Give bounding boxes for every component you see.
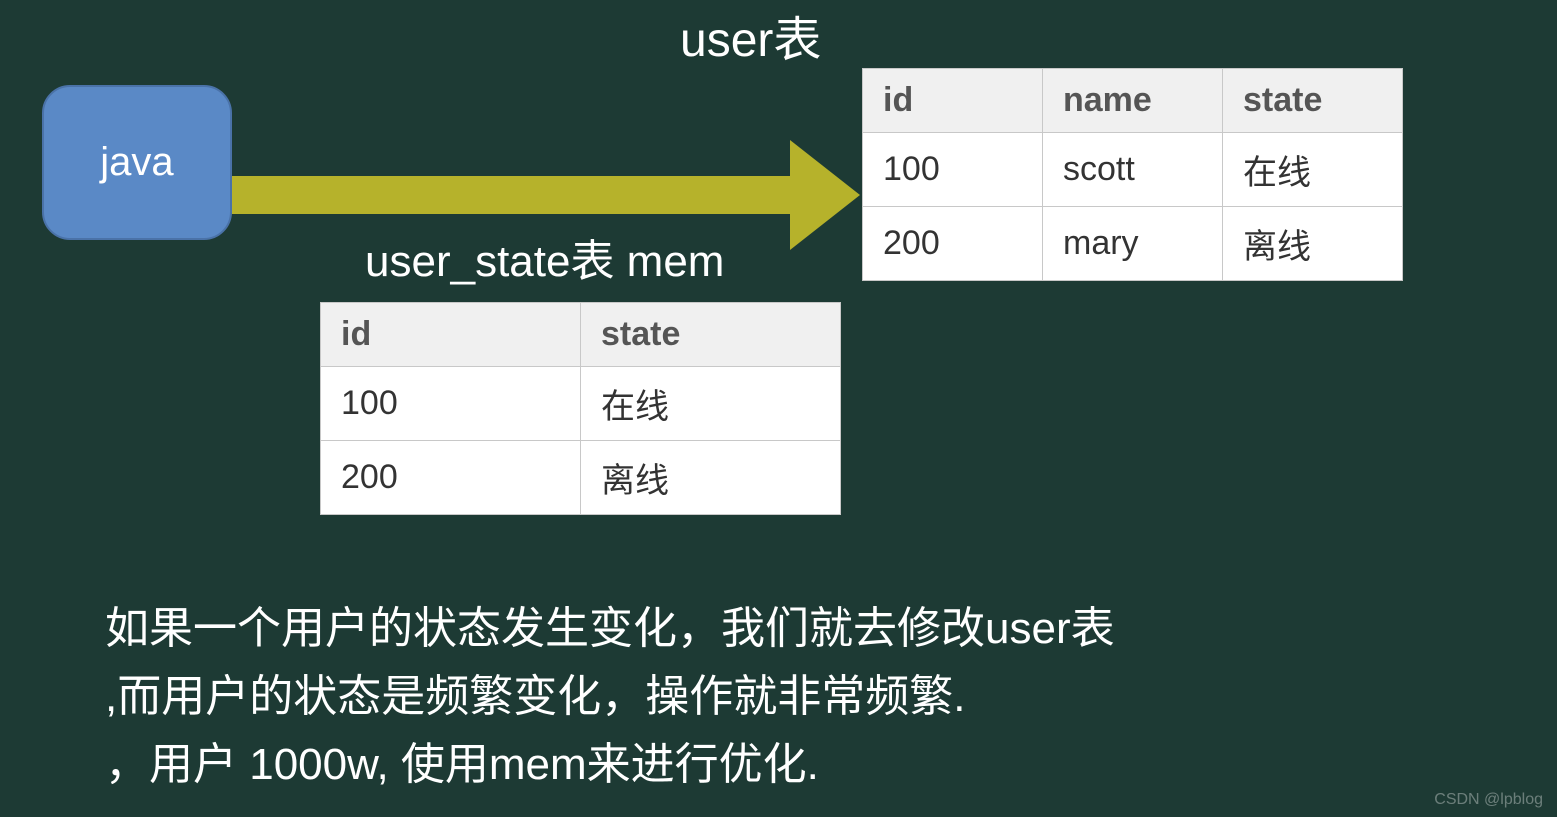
user-table-header-id: id	[863, 69, 1043, 133]
user-state-cell: 100	[321, 367, 581, 441]
table-header-row: id state	[321, 303, 841, 367]
user-state-table-title: user_state表 mem	[365, 225, 724, 289]
user-state-cell: 在线	[581, 367, 841, 441]
user-state-cell: 离线	[581, 441, 841, 515]
user-table-cell: 在线	[1223, 133, 1403, 207]
arrow-head	[790, 140, 860, 250]
watermark: CSDN @lpblog	[1434, 791, 1543, 809]
user-table-cell: mary	[1043, 207, 1223, 281]
body-line-2: ,而用户的状态是频繁变化，操作就非常频繁.	[105, 672, 965, 721]
table-row: 100 scott 在线	[863, 133, 1403, 207]
table-row: 200 mary 离线	[863, 207, 1403, 281]
user-state-cell: 200	[321, 441, 581, 515]
user-table-cell: scott	[1043, 133, 1223, 207]
user-state-header-id: id	[321, 303, 581, 367]
user-state-table: id state 100 在线 200 离线	[320, 302, 841, 515]
explanation-text: 如果一个用户的状态发生变化，我们就去修改user表 ,而用户的状态是频繁变化，操…	[105, 595, 1115, 800]
table-header-row: id name state	[863, 69, 1403, 133]
table-row: 100 在线	[321, 367, 841, 441]
body-line-1: 如果一个用户的状态发生变化，我们就去修改user表	[105, 604, 1115, 653]
user-table-cell: 离线	[1223, 207, 1403, 281]
user-table-header-name: name	[1043, 69, 1223, 133]
arrow-shaft	[232, 176, 792, 214]
java-box-label: java	[100, 140, 173, 185]
user-table-cell: 200	[863, 207, 1043, 281]
user-table: id name state 100 scott 在线 200 mary 离线	[862, 68, 1403, 281]
table-row: 200 离线	[321, 441, 841, 515]
body-line-3: ，用户 1000w, 使用mem来进行优化.	[105, 740, 819, 789]
user-state-header-state: state	[581, 303, 841, 367]
user-table-header-state: state	[1223, 69, 1403, 133]
user-table-title: user表	[680, 0, 821, 70]
user-table-cell: 100	[863, 133, 1043, 207]
java-box: java	[42, 85, 232, 240]
